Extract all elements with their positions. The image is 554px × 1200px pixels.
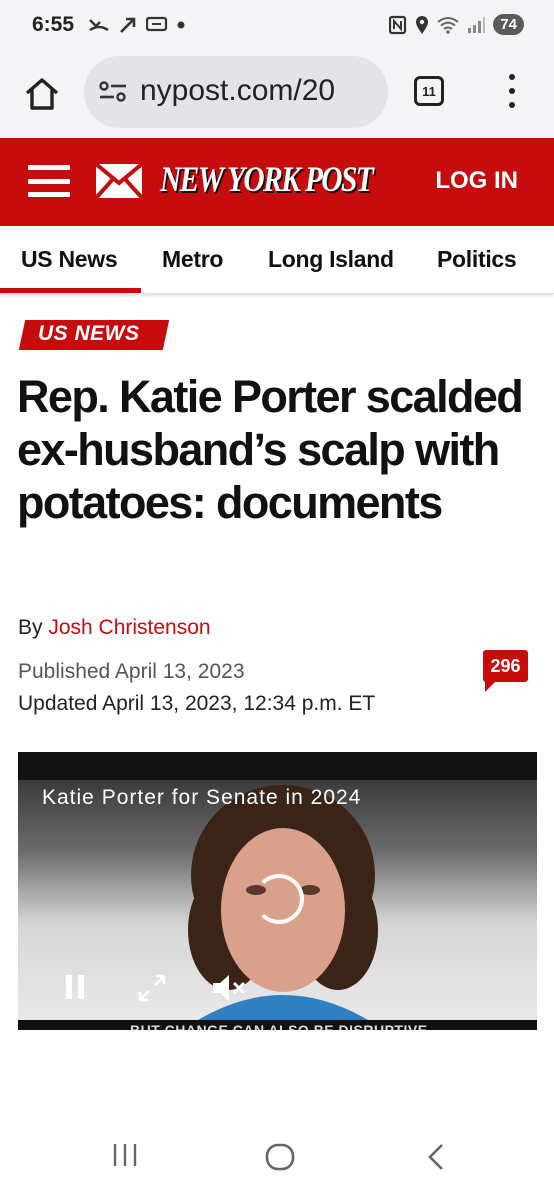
mute-icon[interactable] (210, 972, 248, 1004)
signal-icon (468, 16, 486, 33)
author-link[interactable]: Josh Christenson (48, 616, 210, 639)
dot-icon (177, 21, 185, 29)
comment-count-badge[interactable]: 296 (483, 650, 528, 682)
location-icon (416, 15, 429, 34)
section-nav: US News Metro Long Island Politics (0, 226, 554, 294)
battery-indicator: 74 (493, 14, 524, 35)
site-logo[interactable]: NEW YORK POST (160, 158, 374, 200)
hamburger-menu-icon[interactable] (28, 165, 70, 197)
updated-date: Updated April 13, 2023, 12:34 p.m. ET (18, 692, 376, 715)
nav-item-us-news[interactable]: US News (21, 246, 118, 273)
site-header: NEW YORK POST LOG IN (0, 138, 554, 226)
fullscreen-icon[interactable] (136, 972, 168, 1004)
section-tag[interactable]: US NEWS (38, 322, 140, 346)
system-nav-bar (0, 1120, 554, 1200)
byline: By Josh Christenson (18, 616, 211, 640)
video-subtitle-strip: BUT CHANGE CAN ALSO BE DISRUPTIVE (18, 1020, 537, 1030)
byline-prefix: By (18, 616, 49, 639)
tab-switcher-button[interactable]: 11 (414, 76, 444, 106)
status-notifications (88, 16, 186, 34)
missed-call-icon (89, 19, 109, 32)
nav-item-politics[interactable]: Politics (437, 246, 517, 273)
loading-spinner-icon (254, 874, 304, 924)
video-subtitle: BUT CHANGE CAN ALSO BE DISRUPTIVE (130, 1022, 428, 1030)
pause-icon[interactable] (60, 972, 90, 1002)
home-button-icon[interactable] (264, 1142, 296, 1172)
home-icon[interactable] (22, 74, 62, 114)
video-caption: Katie Porter for Senate in 2024 (42, 786, 362, 809)
back-icon[interactable] (424, 1142, 448, 1172)
site-settings-icon[interactable] (98, 80, 128, 104)
wifi-icon (437, 16, 459, 34)
published-date: Published April 13, 2023 (18, 660, 245, 683)
status-time: 6:55 (32, 13, 75, 36)
url-text[interactable]: nypost.com/20 (140, 74, 378, 108)
status-bar: 6:55 74 (0, 0, 554, 52)
newsletter-envelope-icon[interactable] (94, 162, 144, 200)
recents-icon[interactable] (110, 1142, 140, 1168)
more-menu-icon[interactable] (504, 74, 520, 108)
nav-item-metro[interactable]: Metro (162, 246, 223, 273)
address-bar[interactable]: nypost.com/20 (84, 56, 388, 128)
nav-item-long-island[interactable]: Long Island (268, 246, 394, 273)
nfc-icon (389, 15, 407, 34)
arrow-out-icon (120, 17, 136, 33)
comment-badge-tail (485, 680, 497, 692)
status-system-icons: 74 (389, 14, 524, 35)
article-headline: Rep. Katie Porter scalded ex-husband’s s… (17, 371, 524, 528)
login-button[interactable]: LOG IN (435, 167, 518, 195)
video-player[interactable]: Katie Porter for Senate in 2024 BUT CHAN… (18, 752, 537, 1030)
active-tab-indicator (0, 288, 141, 293)
browser-toolbar: nypost.com/20 11 (0, 52, 554, 138)
chat-icon (146, 16, 168, 32)
